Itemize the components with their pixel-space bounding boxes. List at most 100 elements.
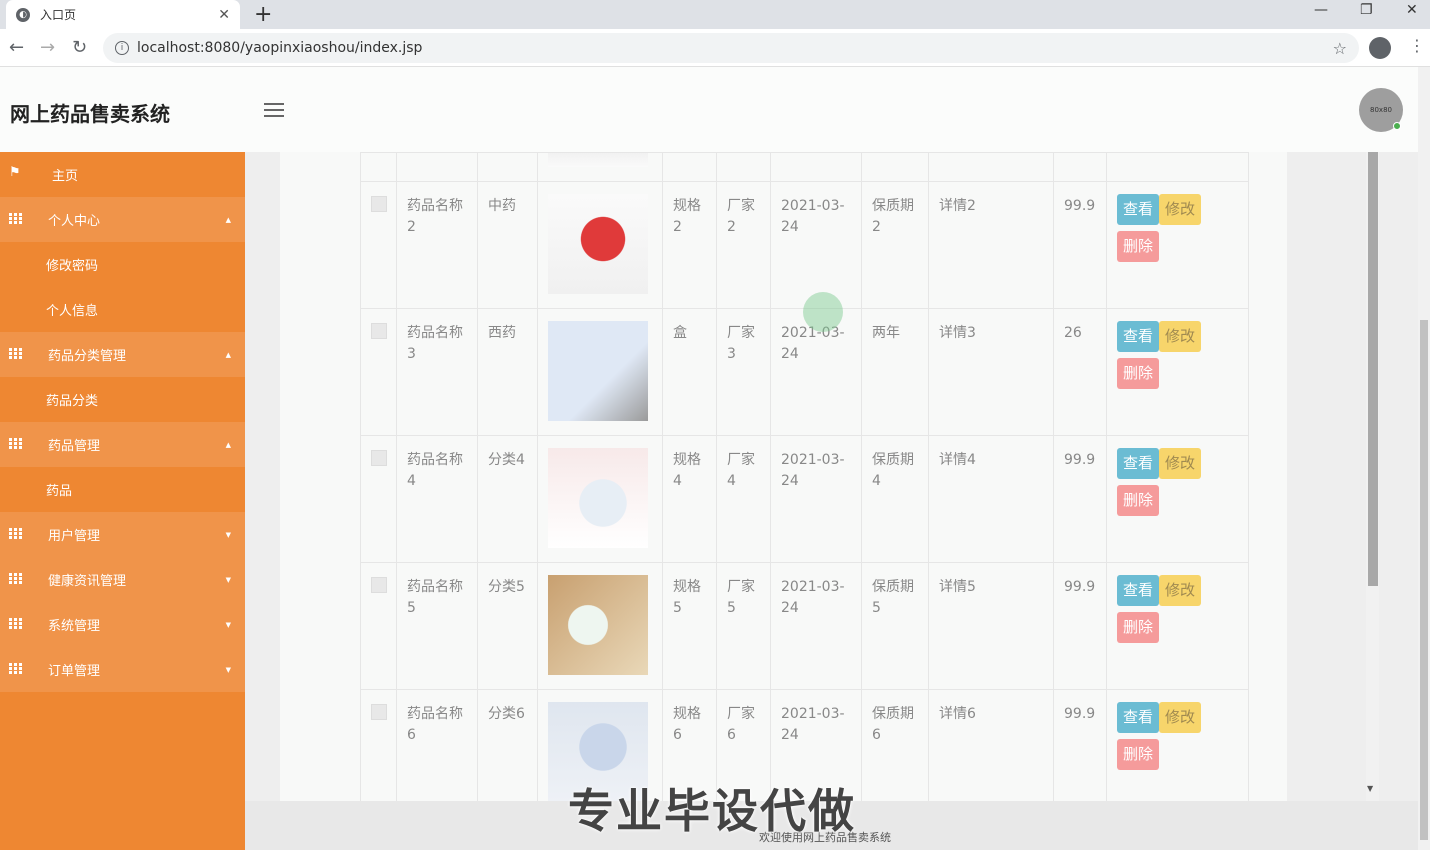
sidebar-item-10[interactable]: 系统管理 ▼ bbox=[0, 602, 245, 647]
cell-category: 西药 bbox=[477, 308, 538, 436]
cell-detail: 详情4 bbox=[928, 435, 1054, 563]
sidebar-item-label: 个人信息 bbox=[46, 304, 99, 319]
delete-button[interactable]: 删除 bbox=[1117, 612, 1160, 643]
forward-icon[interactable]: → bbox=[40, 37, 55, 58]
table-row: 药品名称2 中药 规格2 厂家2 2021-03-24 保质期2 详情2 99.9 查看 修改 删除 bbox=[360, 181, 1249, 309]
cell-price: 99.9 bbox=[1053, 689, 1107, 801]
scroll-down-icon[interactable]: ▼ bbox=[1367, 784, 1373, 793]
tab-close-icon[interactable]: ✕ bbox=[218, 7, 230, 23]
minimize-icon[interactable]: — bbox=[1314, 2, 1328, 18]
app-header: 网上药品售卖系统 80x80 bbox=[0, 67, 1418, 152]
sidebar-item-6[interactable]: 药品管理 ▲ bbox=[0, 422, 245, 467]
cell-shelf-life: 保质期6 bbox=[861, 689, 929, 801]
view-button[interactable]: 查看 bbox=[1117, 448, 1160, 479]
delete-button[interactable]: 删除 bbox=[1117, 358, 1160, 389]
edit-button[interactable]: 修改 bbox=[1159, 321, 1202, 352]
tab-title: 入口页 bbox=[40, 8, 77, 22]
checkbox-cell bbox=[360, 689, 397, 801]
grid-icon bbox=[9, 618, 22, 629]
sidebar-item-5[interactable]: 药品分类 bbox=[0, 377, 245, 422]
sidebar-item-label: 修改密码 bbox=[46, 259, 99, 274]
grid-icon bbox=[9, 573, 22, 584]
cursor-indicator bbox=[803, 292, 843, 332]
delete-button[interactable]: 删除 bbox=[1117, 231, 1160, 262]
online-status-dot bbox=[1393, 122, 1401, 130]
cell-name: 药品名称6 bbox=[396, 689, 478, 801]
sidebar-item-11[interactable]: 订单管理 ▼ bbox=[0, 647, 245, 692]
cell-category: 分类5 bbox=[477, 562, 538, 690]
cell-name: 药品名称3 bbox=[396, 308, 478, 436]
back-icon[interactable]: ← bbox=[9, 37, 24, 58]
caret-down-icon: ▼ bbox=[225, 620, 231, 629]
sidebar-item-7[interactable]: 药品 bbox=[0, 467, 245, 512]
window-close-icon[interactable]: ✕ bbox=[1406, 2, 1418, 18]
row-checkbox[interactable] bbox=[371, 577, 387, 593]
sidebar-item-8[interactable]: 用户管理 ▼ bbox=[0, 512, 245, 557]
restore-icon[interactable]: ❐ bbox=[1360, 2, 1373, 18]
browser-tab[interactable]: ◐ 入口页 ✕ bbox=[6, 0, 240, 29]
cell-price: 26 bbox=[1053, 308, 1107, 436]
sidebar-item-label: 系统管理 bbox=[48, 619, 101, 634]
table-scrollbar-thumb[interactable] bbox=[1368, 152, 1378, 586]
cell-category: 分类6 bbox=[477, 689, 538, 801]
sidebar-item-2[interactable]: 修改密码 bbox=[0, 242, 245, 287]
view-button[interactable]: 查看 bbox=[1117, 575, 1160, 606]
caret-up-icon: ▲ bbox=[225, 350, 231, 359]
sidebar-item-label: 订单管理 bbox=[48, 664, 101, 679]
cell-actions: 查看 修改删除 bbox=[1106, 689, 1249, 801]
profile-icon[interactable] bbox=[1369, 37, 1391, 59]
row-checkbox[interactable] bbox=[371, 323, 387, 339]
info-icon[interactable]: i bbox=[115, 41, 129, 55]
view-button[interactable]: 查看 bbox=[1117, 194, 1160, 225]
cell-actions: 查看 修改删除 bbox=[1106, 435, 1249, 563]
cell-spec: 规格5 bbox=[662, 562, 717, 690]
content-panel: 药品名称2 中药 规格2 厂家2 2021-03-24 保质期2 详情2 99.9 查看 修改 删除… bbox=[280, 152, 1287, 801]
delete-button[interactable]: 删除 bbox=[1117, 485, 1160, 516]
caret-up-icon: ▲ bbox=[225, 440, 231, 449]
row-checkbox[interactable] bbox=[371, 196, 387, 212]
cell-actions: 查看 修改删除 bbox=[1106, 181, 1249, 309]
flag-icon: ⚑ bbox=[9, 165, 21, 180]
caret-down-icon: ▼ bbox=[225, 575, 231, 584]
row-checkbox[interactable] bbox=[371, 450, 387, 466]
sidebar-item-label: 健康资讯管理 bbox=[48, 574, 127, 589]
cell-spec: 规格4 bbox=[662, 435, 717, 563]
sidebar-item-1[interactable]: 个人中心 ▲ bbox=[0, 197, 245, 242]
product-image bbox=[548, 153, 648, 167]
sidebar-item-4[interactable]: 药品分类管理 ▲ bbox=[0, 332, 245, 377]
cell-actions: 查看 修改删除 bbox=[1106, 308, 1249, 436]
cell-maker: 厂家4 bbox=[716, 435, 771, 563]
new-tab-icon[interactable]: + bbox=[254, 2, 272, 27]
menu-toggle-icon[interactable] bbox=[264, 103, 284, 117]
sidebar-item-label: 个人中心 bbox=[48, 214, 101, 229]
browser-menu-icon[interactable]: ⋮ bbox=[1409, 36, 1425, 55]
grid-icon bbox=[9, 528, 22, 539]
edit-button[interactable]: 修改 bbox=[1159, 702, 1202, 733]
sidebar-item-label: 药品管理 bbox=[48, 439, 101, 454]
cell-price: 99.9 bbox=[1053, 181, 1107, 309]
checkbox-cell bbox=[360, 181, 397, 309]
row-checkbox[interactable] bbox=[371, 704, 387, 720]
reload-icon[interactable]: ↻ bbox=[72, 37, 87, 58]
cell-category: 分类4 bbox=[477, 435, 538, 563]
edit-button[interactable]: 修改 bbox=[1159, 575, 1202, 606]
cell-name: 药品名称4 bbox=[396, 435, 478, 563]
sidebar-item-9[interactable]: 健康资讯管理 ▼ bbox=[0, 557, 245, 602]
table-row: 药品名称4 分类4 规格4 厂家4 2021-03-24 保质期4 详情4 99.9 查看 修改删… bbox=[360, 435, 1249, 563]
table-row: 药品名称5 分类5 规格5 厂家5 2021-03-24 保质期5 详情5 99.9 查看 修改删… bbox=[360, 562, 1249, 690]
edit-button[interactable]: 修改 bbox=[1159, 194, 1202, 225]
table-row-partial bbox=[360, 152, 1249, 182]
view-button[interactable]: 查看 bbox=[1117, 321, 1160, 352]
sidebar-item-3[interactable]: 个人信息 bbox=[0, 287, 245, 332]
cell-shelf-life: 保质期5 bbox=[861, 562, 929, 690]
url-field[interactable]: i localhost:8080/yaopinxiaoshou/index.js… bbox=[103, 33, 1359, 63]
cell-price: 99.9 bbox=[1053, 435, 1107, 563]
delete-button[interactable]: 删除 bbox=[1117, 739, 1160, 770]
edit-button[interactable]: 修改 bbox=[1159, 448, 1202, 479]
sidebar-item-0[interactable]: ⚑ 主页 bbox=[0, 152, 245, 197]
page-scrollbar-thumb[interactable] bbox=[1420, 320, 1428, 840]
browser-tabbar: ◐ 入口页 ✕ + — ❐ ✕ bbox=[0, 0, 1430, 29]
view-button[interactable]: 查看 bbox=[1117, 702, 1160, 733]
bookmark-star-icon[interactable]: ☆ bbox=[1333, 39, 1347, 58]
sidebar: ⚑ 主页 个人中心 ▲ 修改密码 个人信息 药品分类管理 ▲ 药品分类 药品管理 ▲ 药品 用户管理 ▼ 健… bbox=[0, 152, 245, 850]
